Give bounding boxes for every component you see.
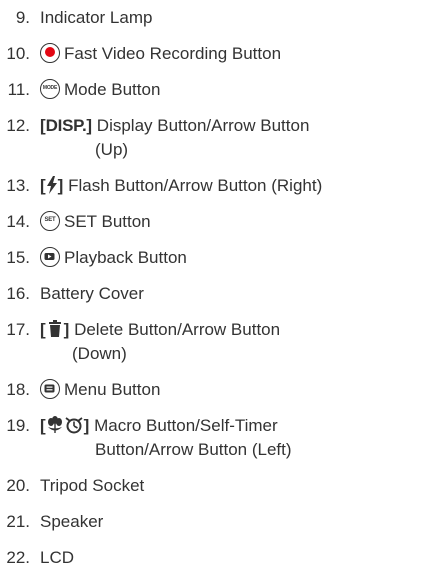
menu-icon (40, 378, 60, 399)
item-label: Display Button/Arrow Button (96, 116, 310, 135)
item-number: 22. (6, 548, 30, 567)
item-number: 19. (6, 416, 30, 435)
item-number: 13. (6, 176, 30, 195)
item-number: 18. (6, 380, 30, 399)
item-label-continued: (Down) (72, 344, 127, 363)
playback-icon (40, 246, 60, 267)
item-label: Macro Button/Self-Timer (94, 416, 278, 435)
item-number: 20. (6, 476, 30, 495)
record-icon (40, 42, 60, 63)
item-label: Tripod Socket (40, 476, 145, 495)
item-label: Mode Button (64, 80, 161, 99)
item-label: SET Button (64, 212, 151, 231)
item-number: 9. (15, 8, 30, 27)
item-number: 11. (7, 80, 30, 99)
item-label: Menu Button (64, 380, 161, 399)
item-label: Flash Button/Arrow Button (Right) (68, 176, 323, 195)
item-label: Indicator Lamp (40, 8, 153, 27)
mode-icon: MODE (40, 78, 60, 99)
item-number: 21. (6, 512, 30, 531)
item-label: Delete Button/Arrow Button (74, 320, 281, 339)
item-number: 14. (6, 212, 30, 231)
macro-timer-icon (46, 415, 84, 434)
item-label: Fast Video Recording Button (64, 44, 282, 63)
item-label-continued: (Up) (95, 140, 129, 159)
item-number: 15. (6, 248, 30, 267)
item-label-continued: Button/Arrow Button (Left) (95, 440, 292, 459)
item-number: 12. (6, 116, 30, 135)
item-number: 10. (6, 44, 30, 63)
flash-icon (46, 175, 58, 194)
trash-icon (48, 319, 62, 338)
set-icon: SET (40, 210, 60, 231)
item-label: Battery Cover (40, 284, 144, 303)
item-number: 16. (6, 284, 30, 303)
item-label: Speaker (40, 512, 104, 531)
display-icon: DISP. (45, 116, 87, 135)
item-label: Playback Button (64, 248, 187, 267)
item-label: LCD (40, 548, 75, 567)
item-number: 17. (6, 320, 30, 339)
